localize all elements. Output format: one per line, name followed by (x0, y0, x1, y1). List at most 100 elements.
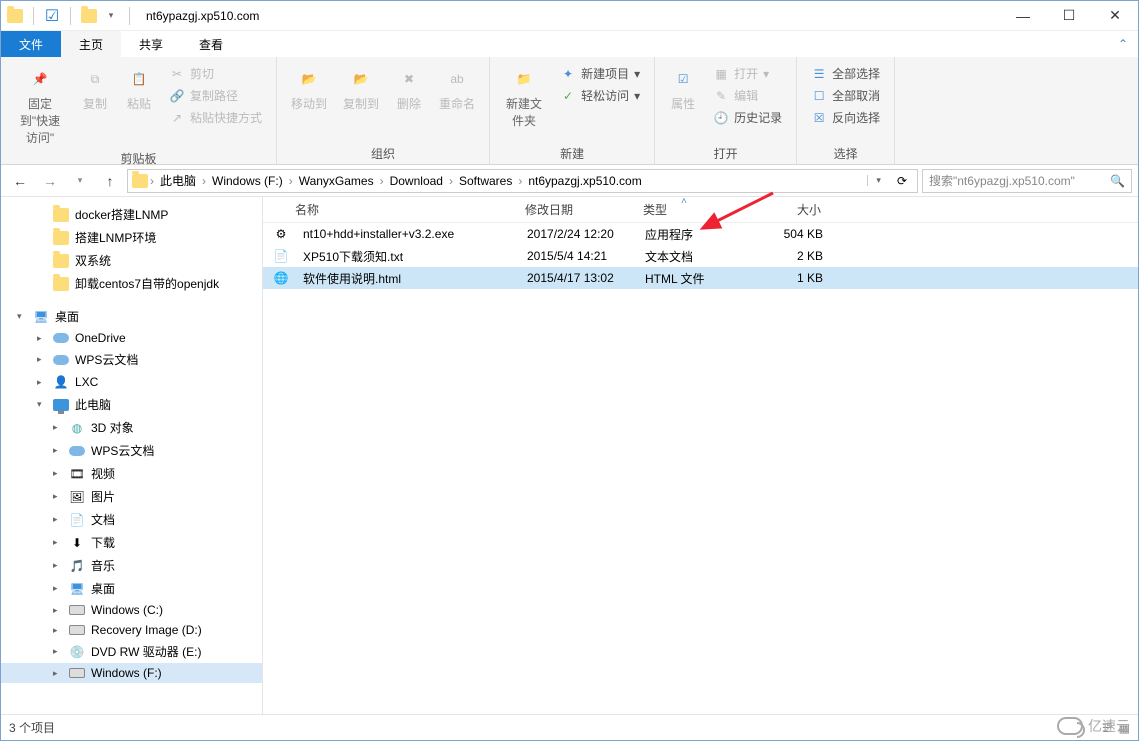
qat-dropdown-icon[interactable]: ▾ (103, 8, 119, 24)
tree-item[interactable]: ▸Windows (F:) (1, 663, 262, 683)
copy-to-icon: 📂 (347, 65, 375, 93)
quick-item[interactable]: 双系统 (1, 249, 262, 272)
ribbon-collapse-icon[interactable]: ⌃ (1108, 31, 1138, 57)
nav-back-button[interactable]: ← (7, 168, 33, 194)
quick-item[interactable]: docker搭建LNMP (1, 203, 262, 226)
quick-item[interactable]: 搭建LNMP环境 (1, 226, 262, 249)
file-row[interactable]: ⚙nt10+hdd+installer+v3.2.exe2017/2/24 12… (263, 223, 1138, 245)
tree-item[interactable]: ▸🖼图片 (1, 485, 262, 508)
watermark-logo-icon (1057, 717, 1083, 735)
user-icon: 👤 (53, 374, 69, 390)
rename-button[interactable]: ab重命名 (435, 63, 479, 114)
paste-shortcut-button[interactable]: ↗粘贴快捷方式 (165, 107, 266, 128)
cut-button[interactable]: ✂剪切 (165, 63, 266, 84)
tree-item[interactable]: ▸WPS云文档 (1, 439, 262, 462)
cloud-icon (69, 446, 85, 456)
search-input[interactable]: 搜索"nt6ypazgj.xp510.com" 🔍 (922, 169, 1132, 193)
quick-item[interactable]: 卸载centos7自带的openjdk (1, 272, 262, 295)
open-button[interactable]: ▦打开 ▾ (709, 63, 786, 84)
window-title: nt6ypazgj.xp510.com (140, 9, 259, 23)
tree-item[interactable]: ▸🎞视频 (1, 462, 262, 485)
invert-selection-button[interactable]: ☒反向选择 (807, 107, 884, 128)
tree-item[interactable]: ▸⬇下载 (1, 531, 262, 554)
folder-icon (53, 277, 69, 291)
nav-forward-button[interactable]: → (37, 168, 63, 194)
breadcrumb-seg[interactable]: Download (386, 174, 447, 188)
easy-access-button[interactable]: ✓轻松访问 ▾ (556, 85, 644, 106)
file-row[interactable]: 🌐软件使用说明.html2015/4/17 13:02HTML 文件1 KB (263, 267, 1138, 289)
select-all-button[interactable]: ☰全部选择 (807, 63, 884, 84)
close-button[interactable]: ✕ (1092, 1, 1138, 31)
breadcrumb-seg[interactable]: WanyxGames (295, 174, 378, 188)
tree-item[interactable]: ▸Recovery Image (D:) (1, 620, 262, 640)
chevron-right-icon[interactable]: › (150, 174, 154, 188)
minimize-button[interactable]: — (1000, 1, 1046, 31)
refresh-icon[interactable]: ⟳ (891, 174, 913, 188)
chevron-right-icon[interactable]: › (449, 174, 453, 188)
breadcrumb-root[interactable]: 此电脑 (156, 172, 200, 189)
breadcrumb-seg[interactable]: Windows (F:) (208, 174, 287, 188)
tree-item[interactable]: ▸🎵音乐 (1, 554, 262, 577)
tree-item[interactable]: ▸◍3D 对象 (1, 416, 262, 439)
col-date-header[interactable]: 修改日期 (525, 203, 573, 217)
tree-item[interactable]: ▸💿DVD RW 驱动器 (E:) (1, 640, 262, 663)
breadcrumb-dropdown-icon[interactable]: ▾ (867, 175, 889, 186)
pin-quick-access-button[interactable]: 📌 固定到"快速访问" (11, 63, 69, 148)
tree-item[interactable]: ▸🖥桌面 (1, 577, 262, 600)
tab-home[interactable]: 主页 (61, 31, 121, 57)
disk-icon (69, 668, 85, 678)
select-none-button[interactable]: ☐全部取消 (807, 85, 884, 106)
new-folder-button[interactable]: 📁新建文件夹 (500, 63, 548, 131)
chevron-right-icon[interactable]: › (289, 174, 293, 188)
dvd-icon: 💿 (69, 644, 85, 660)
breadcrumb-seg[interactable]: nt6ypazgj.xp510.com (524, 174, 645, 188)
breadcrumb[interactable]: › 此电脑 › Windows (F:) › WanyxGames › Down… (127, 169, 918, 193)
nav-tree[interactable]: docker搭建LNMP搭建LNMP环境双系统卸载centos7自带的openj… (1, 197, 263, 714)
copy-to-button[interactable]: 📂复制到 (339, 63, 383, 114)
file-row[interactable]: 📄XP510下载须知.txt2015/5/4 14:21文本文档2 KB (263, 245, 1138, 267)
select-all-icon: ☰ (811, 66, 827, 82)
copy-button[interactable]: ⧉ 复制 (77, 63, 113, 114)
col-name-header[interactable]: 名称 (295, 203, 319, 217)
tab-view[interactable]: 查看 (181, 31, 241, 57)
tree-item[interactable]: ▾此电脑 (1, 393, 262, 416)
tree-item[interactable]: ▸👤LXC (1, 371, 262, 393)
new-folder-icon: 📁 (510, 65, 538, 93)
chevron-right-icon[interactable]: › (380, 174, 384, 188)
desktop-icon: 🖥 (69, 581, 85, 597)
move-to-button[interactable]: 📂移动到 (287, 63, 331, 114)
tree-item[interactable]: ▸WPS云文档 (1, 348, 262, 371)
folder-icon (53, 208, 69, 222)
chevron-right-icon[interactable]: › (518, 174, 522, 188)
col-type-header[interactable]: 类型 (643, 203, 667, 217)
3d-icon: ◍ (69, 420, 85, 436)
paste-button[interactable]: 📋 粘贴 (121, 63, 157, 114)
copy-path-button[interactable]: 🔗复制路径 (165, 85, 266, 106)
copy-icon: ⧉ (81, 65, 109, 93)
column-headers: ˄ 名称 修改日期 类型 大小 (263, 197, 1138, 223)
tree-item[interactable]: ▸OneDrive (1, 328, 262, 348)
nav-recent-button[interactable]: ▾ (67, 168, 93, 194)
tab-share[interactable]: 共享 (121, 31, 181, 57)
breadcrumb-seg[interactable]: Softwares (455, 174, 516, 188)
history-button[interactable]: 🕘历史记录 (709, 107, 786, 128)
search-icon[interactable]: 🔍 (1110, 174, 1125, 188)
col-size-header[interactable]: 大小 (797, 203, 821, 217)
tree-item[interactable]: ▸Windows (C:) (1, 600, 262, 620)
edit-button[interactable]: ✎编辑 (709, 85, 786, 106)
nav-up-button[interactable]: ↑ (97, 168, 123, 194)
pin-icon: 📌 (26, 65, 54, 93)
desktop-icon: 🖥 (33, 309, 49, 325)
maximize-button[interactable]: ☐ (1046, 1, 1092, 31)
tab-file[interactable]: 文件 (1, 31, 61, 57)
chevron-right-icon[interactable]: › (202, 174, 206, 188)
tree-desktop[interactable]: ▾🖥桌面 (1, 305, 262, 328)
properties-button[interactable]: ☑属性 (665, 63, 701, 114)
new-item-button[interactable]: ✦新建项目 ▾ (556, 63, 644, 84)
qat-properties-icon[interactable]: ☑ (44, 8, 60, 24)
open-icon: ▦ (713, 66, 729, 82)
tree-item[interactable]: ▸📄文档 (1, 508, 262, 531)
ribbon-tabs: 文件 主页 共享 查看 ⌃ (1, 31, 1138, 57)
delete-button[interactable]: ✖删除 (391, 63, 427, 114)
pc-icon (53, 399, 69, 411)
